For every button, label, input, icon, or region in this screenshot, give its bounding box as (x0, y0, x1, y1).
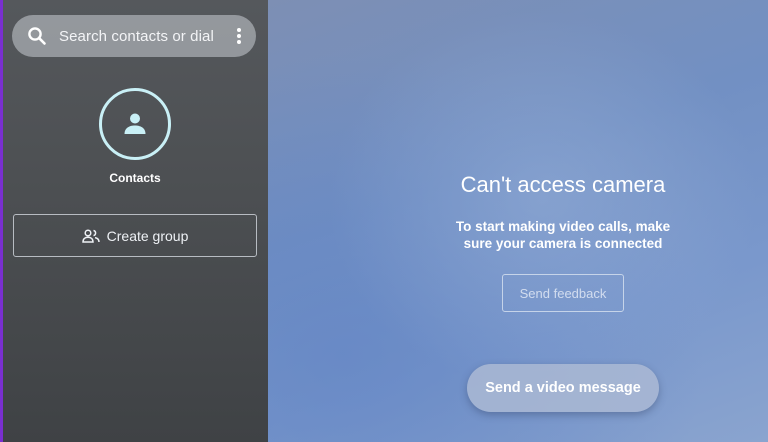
more-vert-icon[interactable] (236, 27, 242, 45)
sidebar: Search contacts or dial Contacts Create … (0, 0, 268, 442)
contacts-tile[interactable]: Contacts (95, 88, 175, 185)
create-group-label: Create group (106, 227, 189, 244)
camera-error-message: To start making video calls, make sure y… (268, 218, 768, 252)
contacts-label: Contacts (109, 171, 161, 185)
app-window: Search contacts or dial Contacts Create … (0, 0, 768, 442)
camera-error-message-line2: sure your camera is connected (463, 236, 663, 251)
camera-error-message-line1: To start making video calls, make (455, 219, 671, 234)
search-icon (28, 27, 46, 45)
person-icon (124, 113, 146, 134)
camera-error-title: Can't access camera (460, 172, 666, 197)
send-feedback-button[interactable]: Send feedback (502, 274, 624, 312)
create-group-button[interactable]: Create group (13, 214, 257, 257)
contacts-button[interactable] (99, 88, 171, 160)
search-placeholder[interactable]: Search contacts or dial (59, 28, 214, 45)
main-panel: Can't access camera To start making vide… (268, 0, 768, 442)
search-bar[interactable]: Search contacts or dial (12, 15, 256, 57)
send-video-message-button[interactable]: Send a video message (467, 364, 659, 412)
people-icon (81, 228, 100, 243)
